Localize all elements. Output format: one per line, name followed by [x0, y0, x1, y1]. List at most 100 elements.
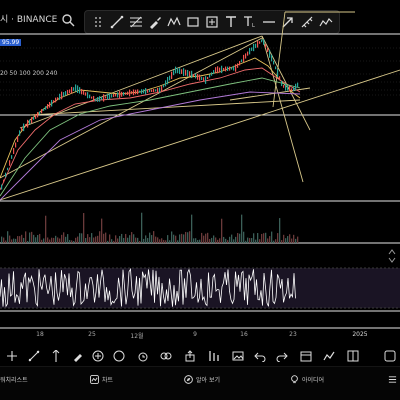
candle [29, 119, 31, 125]
candle [277, 69, 279, 77]
candle [263, 39, 265, 45]
candle [63, 92, 65, 97]
redo-icon [276, 352, 288, 363]
candle [51, 99, 53, 107]
nav-chart[interactable]: 차트 [90, 375, 113, 384]
candle [7, 167, 9, 171]
volume-bar [23, 237, 25, 243]
alarm-icon [138, 352, 148, 362]
nav-ideas[interactable]: 아이디어 [290, 375, 324, 384]
candle [247, 51, 249, 56]
circle-tool[interactable] [113, 347, 125, 362]
volume-bar [21, 234, 23, 243]
fullscreen-icon [384, 350, 396, 362]
fullscreen-button[interactable] [384, 347, 396, 362]
candle [85, 92, 87, 96]
candle [261, 39, 263, 43]
candle [285, 83, 287, 91]
volume-bar [185, 231, 187, 243]
alarm-button[interactable] [137, 347, 149, 362]
candle [117, 92, 119, 98]
volume-bar [39, 233, 41, 243]
volume-bar [291, 238, 293, 243]
crosshair-tool[interactable] [6, 347, 18, 361]
candle [95, 98, 97, 102]
volume-bar [129, 235, 131, 243]
volume-bar [203, 235, 205, 243]
chart-canvas[interactable] [0, 0, 400, 400]
vertical-line-tool[interactable] [50, 347, 62, 362]
candle [217, 66, 219, 74]
add-button[interactable] [92, 347, 104, 362]
layout-button[interactable] [347, 347, 359, 362]
volume-bar [167, 235, 169, 243]
candle [275, 66, 277, 70]
candle [97, 97, 99, 102]
volume-bar [69, 239, 71, 243]
nav-menu[interactable]: 메뉴 [388, 375, 397, 384]
volume-bar [99, 231, 101, 243]
candle [57, 97, 59, 100]
share-button[interactable] [184, 347, 196, 362]
candle [1, 184, 3, 190]
volume-bar [137, 237, 139, 243]
compare-button[interactable] [160, 347, 172, 360]
volume-bar [11, 239, 13, 243]
volume-bar [157, 237, 159, 243]
candle [93, 96, 95, 102]
calendar-icon [300, 351, 312, 362]
volume-bar [31, 231, 33, 243]
volume-bar [33, 234, 35, 243]
volume-bar [183, 234, 185, 243]
volume-bar [163, 239, 165, 243]
pen-tool[interactable] [72, 347, 84, 362]
volume-bar [51, 237, 53, 243]
undo-button[interactable] [254, 347, 266, 363]
candle [215, 67, 217, 73]
volume-bar [7, 231, 9, 243]
candle [223, 67, 225, 71]
image-button[interactable] [232, 347, 244, 361]
volume-bar [153, 231, 155, 243]
volume-bar [249, 238, 251, 243]
volume-bar [177, 240, 179, 243]
candle [39, 111, 41, 115]
indicators-button[interactable] [323, 347, 335, 361]
candle [69, 89, 71, 93]
candle [99, 96, 101, 102]
volume-bar [105, 232, 107, 243]
panel-toggle[interactable] [388, 249, 396, 263]
volume-bar [89, 237, 91, 243]
calendar-button[interactable] [300, 347, 312, 362]
compare-icon [160, 352, 172, 360]
volume-bar [91, 233, 93, 243]
nav-watchlist[interactable]: 워치리스트 [0, 375, 28, 384]
volume-bar [111, 239, 113, 243]
volume-bar [271, 231, 273, 243]
volume-bar [139, 240, 141, 243]
candle [25, 124, 27, 127]
candle [143, 89, 145, 94]
candle [121, 91, 123, 97]
redo-button[interactable] [276, 347, 288, 363]
candle [59, 93, 61, 100]
trend-line-tool[interactable] [28, 347, 40, 362]
nav-explore[interactable]: 알아 보기 [184, 375, 220, 384]
bar-settings-button[interactable] [208, 347, 220, 361]
x-axis-label: 12월 [130, 333, 144, 340]
candle [9, 160, 11, 166]
candle [131, 91, 133, 95]
candle [169, 75, 171, 81]
menu-icon [388, 376, 397, 383]
bar-settings-icon [209, 351, 219, 361]
trend-lines[interactable] [0, 11, 400, 201]
x-axis-label-year: 2025 [352, 331, 368, 338]
volume-bar [95, 236, 97, 243]
candle [45, 106, 47, 110]
nav-watchlist-label: 워치리스트 [0, 377, 28, 384]
candle [81, 88, 83, 95]
volume-bar [199, 239, 201, 243]
candle [227, 66, 229, 72]
volume-bar [213, 235, 215, 243]
candle [239, 61, 241, 66]
